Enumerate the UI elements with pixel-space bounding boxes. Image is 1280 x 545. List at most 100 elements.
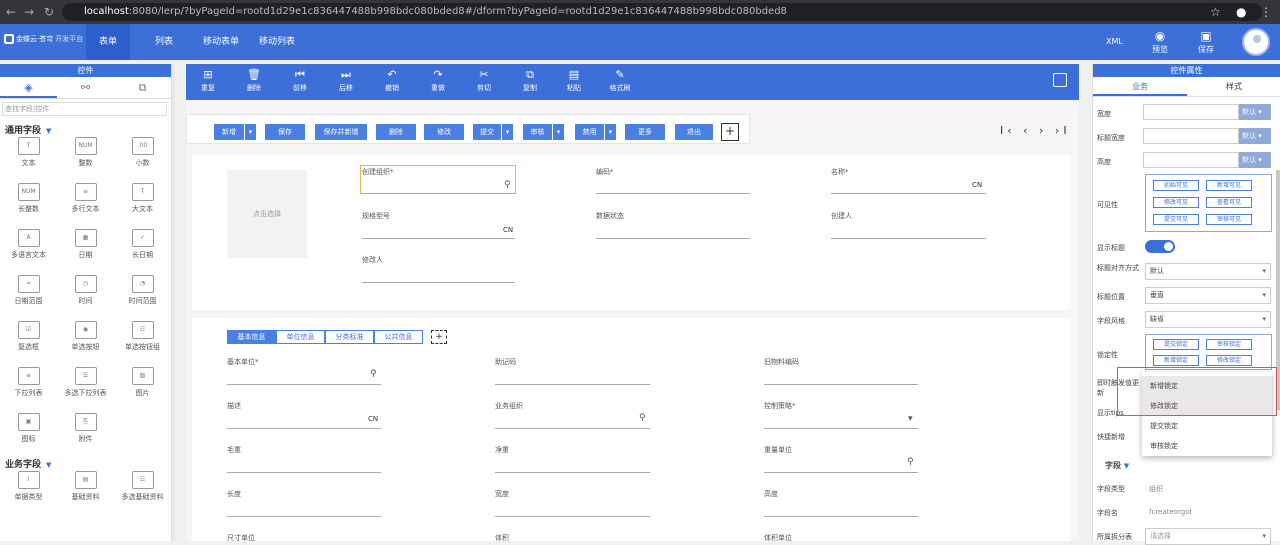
split-table-select[interactable]: 请选择 ▾ <box>1145 528 1271 545</box>
visibility-option[interactable]: 审核可见 <box>1206 214 1252 225</box>
tab-mobile-list[interactable]: 移动列表 <box>254 24 300 60</box>
general-item[interactable]: ☰ 多选下拉列表 <box>57 367 114 407</box>
group-business[interactable]: 业务字段 ▼ <box>0 453 171 471</box>
code-input[interactable] <box>596 193 750 194</box>
menu-icon[interactable]: ⋮ <box>1260 5 1272 19</box>
general-item[interactable]: ☷ 单选按钮组 <box>114 321 171 361</box>
save-and-new-button[interactable]: 保存并新增 <box>315 124 367 140</box>
xml-button[interactable]: XML <box>1106 37 1123 46</box>
create-org-input[interactable] <box>362 193 515 194</box>
lock-option[interactable]: 修改锁定 <box>1206 355 1252 366</box>
general-item[interactable]: NUM 整数 <box>57 137 114 177</box>
general-item[interactable]: T 文本 <box>0 137 57 177</box>
general-item[interactable]: ≡ 多行文本 <box>57 183 114 223</box>
dropdown-item[interactable]: 审核锁定 <box>1142 436 1272 456</box>
field-input[interactable] <box>227 428 381 429</box>
general-item[interactable]: ✓ 长日期 <box>114 229 171 269</box>
exit-button[interactable]: 退出 <box>675 124 713 140</box>
move-back-button[interactable]: ⏭ 后移 <box>332 67 360 93</box>
field-input[interactable] <box>227 384 381 385</box>
field-input[interactable] <box>495 384 650 385</box>
profile-icon[interactable]: ● <box>1236 5 1246 19</box>
move-forward-button[interactable]: ⏮ 前移 <box>286 67 314 93</box>
field-input[interactable] <box>495 472 650 473</box>
fullscreen-icon[interactable] <box>1053 73 1067 87</box>
general-item[interactable]: .00 小数 <box>114 137 171 177</box>
field-input[interactable] <box>764 428 918 429</box>
label-width-input[interactable] <box>1143 128 1239 144</box>
general-item[interactable]: ▨ 图片 <box>114 367 171 407</box>
name-input[interactable] <box>831 193 986 194</box>
tab-public-info[interactable]: 公共信息 <box>374 330 423 344</box>
language-suffix[interactable]: CN <box>503 226 513 234</box>
more-button[interactable]: 更多 <box>625 124 665 140</box>
reload-icon[interactable]: ↻ <box>44 5 54 19</box>
search-input[interactable]: 查找字段|控件 <box>2 102 167 116</box>
tree-icon[interactable]: ⚯ <box>57 77 114 98</box>
data-status-input[interactable] <box>596 238 750 239</box>
search-icon[interactable]: ⚲ <box>370 369 377 379</box>
address-bar[interactable]: localhost:8080/lerp/?byPageId=rootd1d29e… <box>62 3 1262 21</box>
layers-icon[interactable]: ◈ <box>0 77 57 98</box>
show-title-toggle[interactable] <box>1145 240 1175 253</box>
field-input[interactable] <box>227 472 381 473</box>
general-item[interactable]: ◔ 时间范围 <box>114 275 171 315</box>
business-item[interactable]: ☷ 多选基础资料 <box>114 471 171 511</box>
label-width-default-select[interactable]: 默认 ▾ <box>1239 128 1271 144</box>
chevron-down-icon[interactable]: ▾ <box>908 414 913 424</box>
creator-input[interactable] <box>831 238 986 239</box>
title-position-select[interactable]: 垂直 ▾ <box>1145 287 1271 304</box>
save-form-button[interactable]: 保存 <box>265 124 305 140</box>
modifier-input[interactable] <box>362 282 515 283</box>
tab-style[interactable]: 样式 <box>1187 77 1280 96</box>
forward-icon[interactable]: → <box>24 5 34 19</box>
field-input[interactable] <box>495 516 650 517</box>
model-input[interactable] <box>362 238 515 239</box>
general-item[interactable]: ◷ 时间 <box>57 275 114 315</box>
disable-button[interactable]: 禁用 <box>575 124 604 140</box>
language-suffix[interactable]: CN <box>972 181 982 189</box>
field-section-title[interactable]: 字段 ▼ <box>1105 460 1129 471</box>
tab-basic-info[interactable]: 基本信息 <box>227 330 276 344</box>
add-tab-icon[interactable]: + <box>431 330 447 344</box>
left-scrollbar[interactable] <box>172 64 175 541</box>
modify-button[interactable]: 修改 <box>424 124 464 140</box>
title-align-select[interactable]: 默认 ▾ <box>1145 263 1271 280</box>
tab-unit-info[interactable]: 单位信息 <box>276 330 325 344</box>
save-button[interactable]: ▣ 保存 <box>1192 28 1220 55</box>
duplicate-button[interactable]: ⊞ 重复 <box>194 67 222 93</box>
general-item[interactable]: ▣ 图标 <box>0 413 57 453</box>
general-item[interactable]: T 大文本 <box>114 183 171 223</box>
height-input[interactable] <box>1143 152 1239 168</box>
width-default-select[interactable]: 默认 ▾ <box>1239 104 1271 120</box>
lock-option[interactable]: 提交锁定 <box>1153 339 1199 350</box>
tab-category[interactable]: 分类标准 <box>325 330 374 344</box>
general-item[interactable]: NUM 长整数 <box>0 183 57 223</box>
search-icon[interactable]: ⚲ <box>639 413 646 423</box>
general-item[interactable]: ☑ 复选框 <box>0 321 57 361</box>
avatar[interactable] <box>1242 28 1270 56</box>
field-input[interactable] <box>764 516 918 517</box>
submit-dropdown-icon[interactable]: ▾ <box>501 124 513 140</box>
business-item[interactable]: i 单据类型 <box>0 471 57 511</box>
undo-button[interactable]: ↶ 撤销 <box>378 67 406 93</box>
disable-dropdown-icon[interactable]: ▾ <box>604 124 616 140</box>
general-item[interactable]: ▦ 日期 <box>57 229 114 269</box>
bookmark-star-icon[interactable]: ☆ <box>1210 5 1221 19</box>
audit-dropdown-icon[interactable]: ▾ <box>552 124 564 140</box>
redo-button[interactable]: ↷ 重做 <box>424 67 452 93</box>
paste-button[interactable]: ▤ 粘贴 <box>560 67 588 93</box>
tab-business[interactable]: 业务 <box>1093 77 1187 96</box>
cut-button[interactable]: ✂ 剪切 <box>470 67 498 93</box>
delete-button[interactable]: 🗑︎ 删除 <box>240 67 268 93</box>
field-input[interactable] <box>495 428 650 429</box>
add-dropdown-icon[interactable]: ▾ <box>244 124 256 140</box>
height-default-select[interactable]: 默认 ▾ <box>1239 152 1271 168</box>
submit-button[interactable]: 提交 <box>473 124 501 140</box>
format-painter-button[interactable]: ✎ 格式刷 <box>606 67 634 93</box>
audit-button[interactable]: 审核 <box>523 124 552 140</box>
lock-option[interactable]: 新增锁定 <box>1153 355 1199 366</box>
delete-form-button[interactable]: 删除 <box>376 124 416 140</box>
dropdown-item[interactable]: 提交锁定 <box>1142 416 1272 436</box>
general-item[interactable]: ⎘ 附件 <box>57 413 114 453</box>
